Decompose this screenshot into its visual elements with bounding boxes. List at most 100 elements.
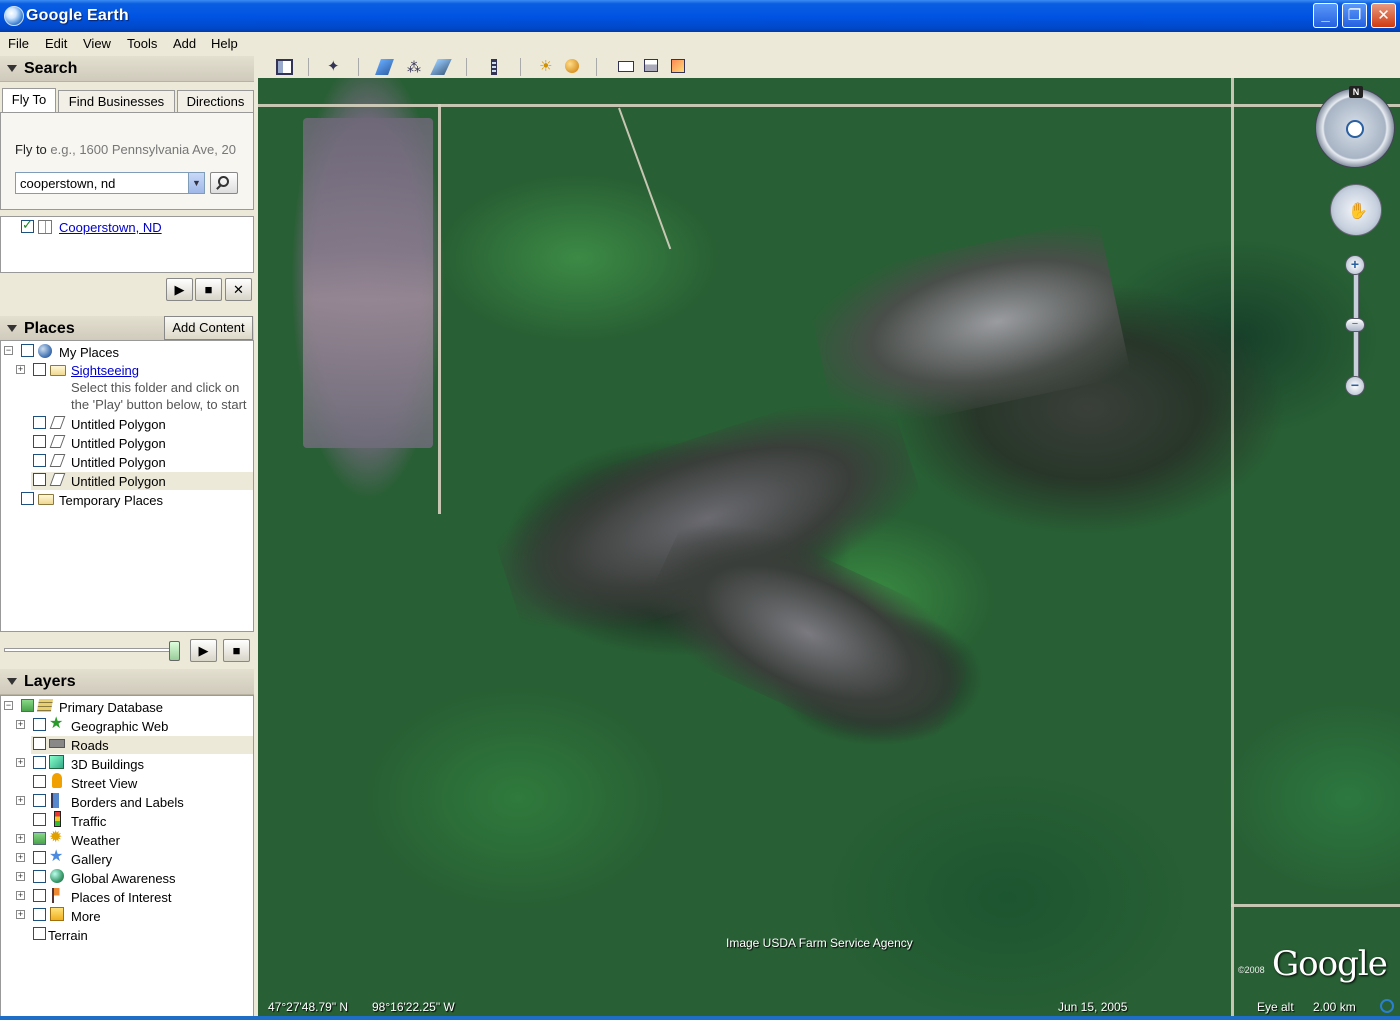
layer-checkbox[interactable] (33, 889, 46, 902)
add-content-button[interactable]: Add Content (164, 316, 253, 340)
expand-icon[interactable]: + (16, 796, 25, 805)
search-header-label: Search (24, 60, 78, 77)
ruler-icon[interactable] (491, 59, 497, 75)
layer-checkbox[interactable] (33, 813, 46, 826)
search-button[interactable] (210, 172, 238, 194)
layer-checkbox[interactable] (33, 775, 46, 788)
email-icon[interactable] (618, 61, 634, 72)
layer-checkbox[interactable] (33, 794, 46, 807)
layer-item[interactable]: Roads (71, 738, 109, 753)
zoom-in-button[interactable]: + (1345, 255, 1365, 275)
layer-item[interactable]: Borders and Labels (71, 795, 184, 810)
stop-button[interactable]: ■ (195, 278, 222, 301)
zoom-out-button[interactable]: − (1345, 376, 1365, 396)
tab-fly-to[interactable]: Fly To (2, 88, 56, 112)
collapse-icon[interactable]: − (4, 346, 13, 355)
sidebar-toggle-icon[interactable] (276, 59, 293, 75)
places-stop-button[interactable]: ■ (223, 639, 250, 662)
north-indicator[interactable]: N (1349, 86, 1363, 98)
layer-checkbox[interactable] (33, 908, 46, 921)
list-item[interactable]: Untitled Polygon (71, 455, 166, 470)
layer-item[interactable]: Terrain (48, 928, 88, 943)
layer-item[interactable]: Gallery (71, 852, 112, 867)
menu-help[interactable]: Help (211, 36, 238, 51)
menu-add[interactable]: Add (173, 36, 196, 51)
list-item[interactable]: Untitled Polygon (71, 474, 166, 489)
layer-item[interactable]: Global Awareness (71, 871, 176, 886)
polygon-tool-icon[interactable] (375, 59, 394, 75)
zoom-slider-handle[interactable]: − (1345, 318, 1365, 332)
menu-edit[interactable]: Edit (45, 36, 67, 51)
polygon-checkbox[interactable] (33, 454, 46, 467)
tab-find-businesses[interactable]: Find Businesses (58, 90, 175, 112)
layer-item[interactable]: Places of Interest (71, 890, 171, 905)
chevron-down-icon[interactable]: ▼ (188, 173, 204, 193)
layer-checkbox[interactable] (33, 851, 46, 864)
planet-icon[interactable] (565, 59, 579, 73)
gallery-star-icon: ★ (49, 848, 64, 865)
polygon-checkbox[interactable] (33, 416, 46, 429)
my-places-label[interactable]: My Places (59, 345, 119, 360)
layer-item[interactable]: 3D Buildings (71, 757, 144, 772)
clear-results-button[interactable]: ✕ (225, 278, 252, 301)
layer-checkbox[interactable] (33, 756, 46, 769)
tab-directions[interactable]: Directions (177, 90, 254, 112)
play-button[interactable]: ▶ (166, 278, 193, 301)
result-link[interactable]: Cooperstown, ND (59, 220, 162, 235)
collapse-icon[interactable]: − (4, 701, 13, 710)
polygon-checkbox[interactable] (33, 435, 46, 448)
list-item[interactable]: Untitled Polygon (71, 436, 166, 451)
map-view[interactable]: N ✋ + − − Image USDA Farm Service Agency… (258, 78, 1400, 1020)
my-places-checkbox[interactable] (21, 344, 34, 357)
expand-icon[interactable]: + (16, 365, 25, 374)
expand-icon[interactable]: + (16, 891, 25, 900)
expand-icon[interactable]: + (16, 834, 25, 843)
expand-icon[interactable]: + (16, 720, 25, 729)
sightseeing-link[interactable]: Sightseeing (71, 363, 139, 378)
title-bar: Google Earth _ ❐ ✕ (0, 0, 1400, 32)
path-tool-icon[interactable]: ⁂ (407, 59, 424, 75)
layer-item[interactable]: More (71, 909, 101, 924)
expand-icon[interactable]: + (16, 758, 25, 767)
close-window-button[interactable]: ✕ (1371, 3, 1396, 28)
maximize-button[interactable]: ❐ (1342, 3, 1367, 28)
layer-item[interactable]: Traffic (71, 814, 106, 829)
result-checkbox[interactable] (21, 217, 34, 233)
layer-checkbox[interactable] (33, 832, 46, 845)
expand-icon[interactable]: + (16, 853, 25, 862)
temporary-places-checkbox[interactable] (21, 492, 34, 505)
move-control[interactable]: ✋ (1330, 184, 1382, 236)
menu-view[interactable]: View (83, 36, 111, 51)
polygon-checkbox[interactable] (33, 473, 46, 486)
layer-checkbox[interactable] (33, 870, 46, 883)
layer-item[interactable]: Weather (71, 833, 120, 848)
sunlight-icon[interactable]: ☀ (539, 59, 556, 75)
tour-slider[interactable] (4, 648, 180, 652)
layer-checkbox[interactable] (33, 927, 46, 940)
layer-item[interactable]: Geographic Web (71, 719, 168, 734)
layer-item[interactable]: Primary Database (59, 700, 163, 715)
sightseeing-checkbox[interactable] (33, 363, 46, 376)
menu-tools[interactable]: Tools (127, 36, 157, 51)
tour-slider-handle[interactable] (169, 641, 180, 661)
fly-to-input[interactable]: cooperstown, nd ▼ (15, 172, 205, 194)
temporary-places-label[interactable]: Temporary Places (59, 493, 163, 508)
layer-item[interactable]: Street View (71, 776, 137, 791)
menu-file[interactable]: File (8, 36, 29, 51)
places-play-button[interactable]: ▶ (190, 639, 217, 662)
expand-icon[interactable]: + (16, 872, 25, 881)
expand-icon[interactable]: + (16, 910, 25, 919)
fly-to-label: Fly to (15, 142, 47, 157)
layers-panel-header[interactable]: Layers (0, 669, 254, 695)
print-icon[interactable] (644, 59, 658, 72)
overlay-tool-icon[interactable] (430, 59, 452, 75)
view-in-maps-icon[interactable] (671, 59, 685, 73)
layer-checkbox[interactable] (33, 737, 46, 750)
layer-checkbox[interactable] (33, 718, 46, 731)
minimize-button[interactable]: _ (1313, 3, 1338, 28)
search-panel-header[interactable]: Search (0, 56, 254, 82)
list-item[interactable]: Untitled Polygon (71, 417, 166, 432)
look-control[interactable]: N (1315, 86, 1395, 168)
primary-database-checkbox[interactable] (21, 699, 34, 712)
placemark-icon[interactable]: ✦ (327, 59, 344, 75)
